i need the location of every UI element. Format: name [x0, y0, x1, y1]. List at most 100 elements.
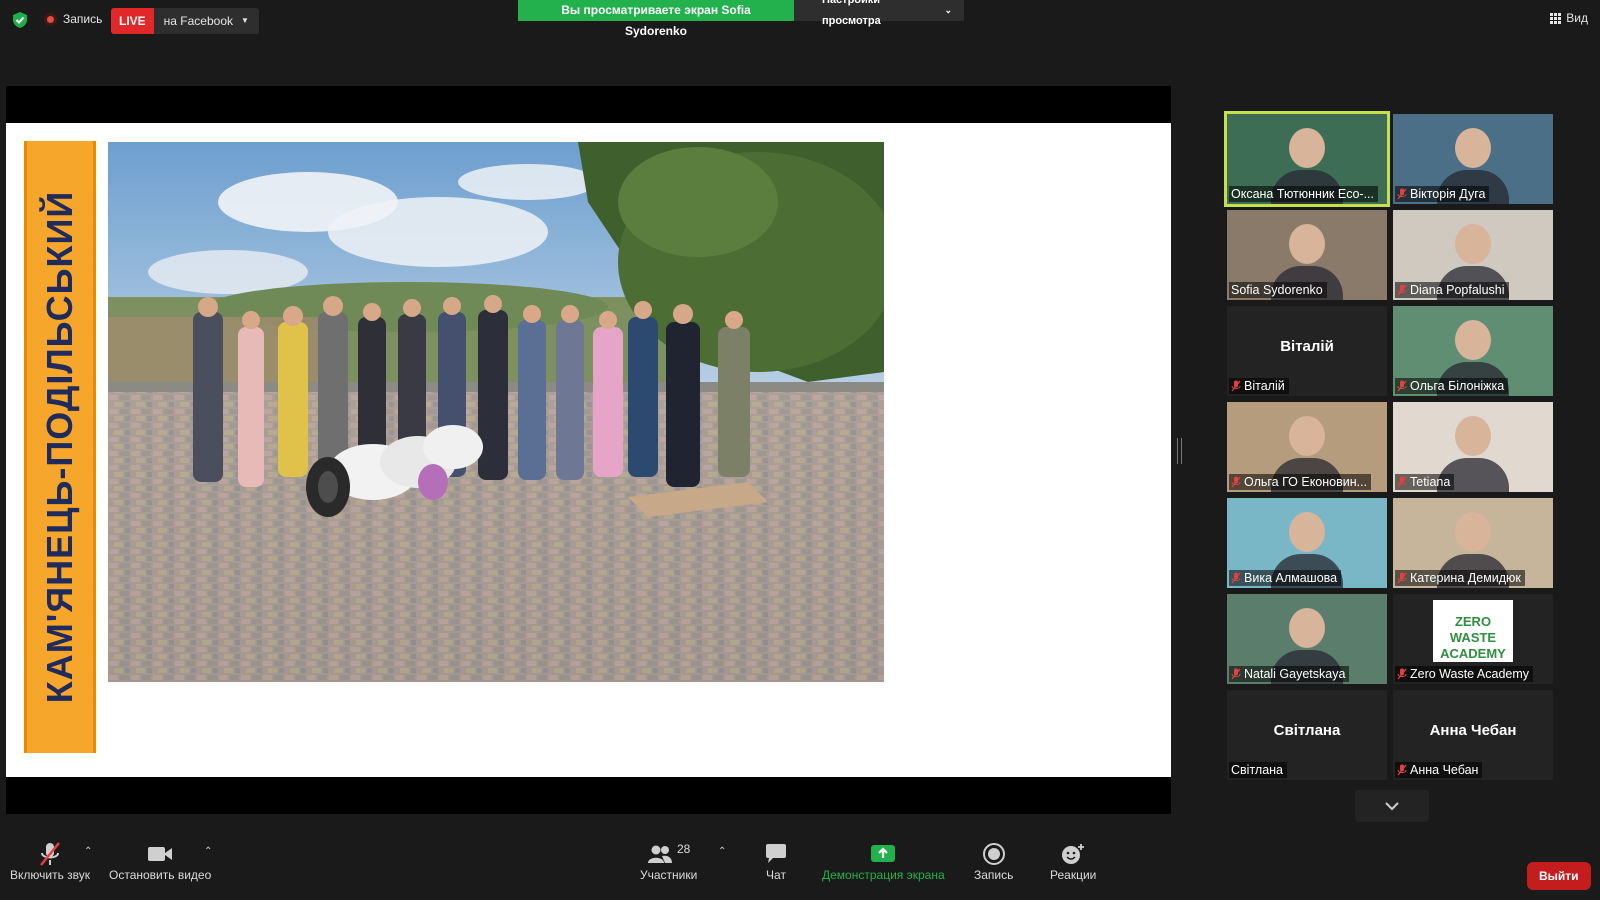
participant-name: Natali Gayetskaya: [1244, 667, 1346, 681]
participant-tile[interactable]: Анна Чебан Анна Чебан: [1393, 690, 1553, 780]
participant-silhouette: [1455, 128, 1491, 168]
share-screen-button[interactable]: Демонстрация экрана: [822, 840, 945, 882]
participant-tile[interactable]: Вика Алмашова: [1227, 498, 1387, 588]
chevron-down-icon: [1385, 802, 1399, 811]
participant-silhouette: [1455, 512, 1491, 552]
participant-name-label: Zero Waste Academy: [1395, 666, 1534, 682]
video-camera-icon: [148, 847, 173, 861]
participant-tile[interactable]: Вікторія Дуга: [1393, 114, 1553, 204]
participants-icon: [647, 845, 672, 863]
mic-muted-icon: [1231, 572, 1241, 584]
participants-count: 28: [676, 842, 691, 856]
participant-tile[interactable]: ZERO WASTE ACADEMY Zero Waste Academy: [1393, 594, 1553, 684]
participant-name-label: Катерина Демидюк: [1395, 570, 1525, 586]
record-label: Запись: [974, 868, 1014, 882]
chat-label: Чат: [766, 868, 786, 882]
record-dot-icon: [44, 12, 57, 26]
gallery-next-page-button[interactable]: [1355, 790, 1429, 822]
view-button[interactable]: Вид: [1550, 11, 1588, 25]
participant-tile[interactable]: Sofia Sydorenko: [1227, 210, 1387, 300]
view-options-button[interactable]: Настройки просмотра ⌄: [794, 0, 964, 27]
mic-muted-icon: [1397, 188, 1407, 200]
participant-name: Оксана Тютюнник Eco-...: [1231, 187, 1374, 201]
mic-muted-icon: [1397, 764, 1407, 776]
participant-silhouette: [1289, 608, 1325, 648]
meeting-toolbar: Включить звук ⌃ Остановить видео ⌃ 28 Уч…: [0, 840, 1600, 900]
audio-options-caret-icon[interactable]: ⌃: [84, 846, 92, 857]
participant-tile[interactable]: Оксана Тютюнник Eco-...: [1224, 111, 1390, 207]
participant-name: Sofia Sydorenko: [1231, 283, 1323, 297]
zero-waste-academy-logo: ZERO WASTE ACADEMY: [1433, 600, 1513, 662]
dropdown-caret-icon: ▼: [241, 16, 249, 25]
participant-tile[interactable]: Ольга Білоніжка: [1393, 306, 1553, 396]
participants-button[interactable]: 28 Участники: [640, 840, 697, 882]
reactions-button[interactable]: Реакции: [1050, 840, 1096, 882]
participant-silhouette: [1289, 224, 1325, 264]
participant-name-label: Natali Gayetskaya: [1229, 666, 1350, 682]
mic-muted-icon: [1231, 380, 1241, 392]
live-stream-control[interactable]: LIVE на Facebook ▼: [111, 8, 259, 34]
chat-button[interactable]: Чат: [764, 840, 788, 882]
participant-silhouette: [1289, 416, 1325, 456]
share-banner: Вы просматриваете экран Sofia Sydorenko …: [518, 0, 964, 38]
participant-name: Віталій: [1244, 379, 1285, 393]
participant-silhouette: [1289, 512, 1325, 552]
split-resize-handle[interactable]: [1177, 438, 1182, 464]
stop-video-label: Остановить видео: [109, 868, 212, 882]
record-button[interactable]: Запись: [974, 840, 1013, 882]
mic-muted-icon: [1397, 476, 1407, 488]
video-options-caret-icon[interactable]: ⌃: [204, 846, 212, 857]
participant-name: Ольга Білоніжка: [1410, 379, 1505, 393]
participant-name-label: Віталій: [1229, 378, 1289, 394]
participant-silhouette: [1455, 320, 1491, 360]
participant-tile[interactable]: Natali Gayetskaya: [1227, 594, 1387, 684]
participant-name-label: Ольга Білоніжка: [1395, 378, 1509, 394]
participant-tile[interactable]: Світлана Світлана: [1227, 690, 1387, 780]
participant-name: Tetiana: [1410, 475, 1451, 489]
security-shield-icon[interactable]: [11, 11, 29, 29]
participant-display-name: Анна Чебан: [1429, 722, 1517, 739]
slide-vertical-title: КАМ'ЯНЕЦЬ-ПОДІЛЬСЬКИЙ: [39, 190, 80, 704]
reactions-smiley-icon: [1062, 844, 1085, 864]
group-photo-illustration: [108, 142, 884, 682]
participant-name-label: Анна Чебан: [1395, 762, 1483, 778]
group-photo: [108, 142, 884, 682]
live-badge: LIVE: [111, 8, 154, 34]
share-screen-icon: [871, 845, 896, 862]
participants-options-caret-icon[interactable]: ⌃: [718, 846, 726, 857]
unmute-label: Включить звук: [10, 868, 91, 882]
reactions-label: Реакции: [1050, 868, 1097, 882]
participant-name: Світлана: [1231, 763, 1283, 777]
unmute-button[interactable]: Включить звук: [10, 840, 90, 882]
chevron-down-icon: ⌄: [944, 5, 952, 15]
live-destination-label: на Facebook: [163, 14, 234, 28]
participant-name-label: Оксана Тютюнник Eco-...: [1229, 186, 1378, 202]
participant-name-label: Вика Алмашова: [1229, 570, 1342, 586]
mic-muted-icon: [1397, 668, 1407, 680]
participant-name-label: Світлана: [1229, 762, 1287, 778]
participant-tile[interactable]: Ольга ГО Еконовин...: [1227, 402, 1387, 492]
participant-silhouette: [1455, 224, 1491, 264]
slide-title-band: КАМ'ЯНЕЦЬ-ПОДІЛЬСЬКИЙ: [24, 141, 96, 753]
participant-tile[interactable]: Tetiana: [1393, 402, 1553, 492]
participant-name: Ольга ГО Еконовин...: [1244, 475, 1368, 489]
shared-screen: КАМ'ЯНЕЦЬ-ПОДІЛЬСЬКИЙ: [6, 86, 1171, 814]
participant-silhouette: [1289, 128, 1325, 168]
participant-name: Вікторія Дуга: [1410, 187, 1486, 201]
live-destination[interactable]: на Facebook ▼: [153, 8, 259, 34]
grid-icon: [1550, 12, 1562, 24]
participant-name-label: Вікторія Дуга: [1395, 186, 1490, 202]
stop-video-button[interactable]: Остановить видео: [109, 840, 211, 882]
participant-tile[interactable]: Катерина Демидюк: [1393, 498, 1553, 588]
mic-muted-icon: [1231, 668, 1241, 680]
mic-muted-icon: [1397, 572, 1407, 584]
presentation-slide: КАМ'ЯНЕЦЬ-ПОДІЛЬСЬКИЙ: [6, 123, 1171, 777]
participant-name-label: Tetiana: [1395, 474, 1455, 490]
participants-label: Участники: [640, 868, 698, 882]
recording-indicator[interactable]: Запись: [44, 12, 102, 26]
participant-tile[interactable]: Віталій Віталій: [1227, 306, 1387, 396]
participant-tile[interactable]: Diana Popfalushi: [1393, 210, 1553, 300]
leave-meeting-button[interactable]: Выйти: [1527, 862, 1591, 890]
participant-display-name: Світлана: [1273, 722, 1341, 739]
chat-bubble-icon: [766, 844, 786, 863]
